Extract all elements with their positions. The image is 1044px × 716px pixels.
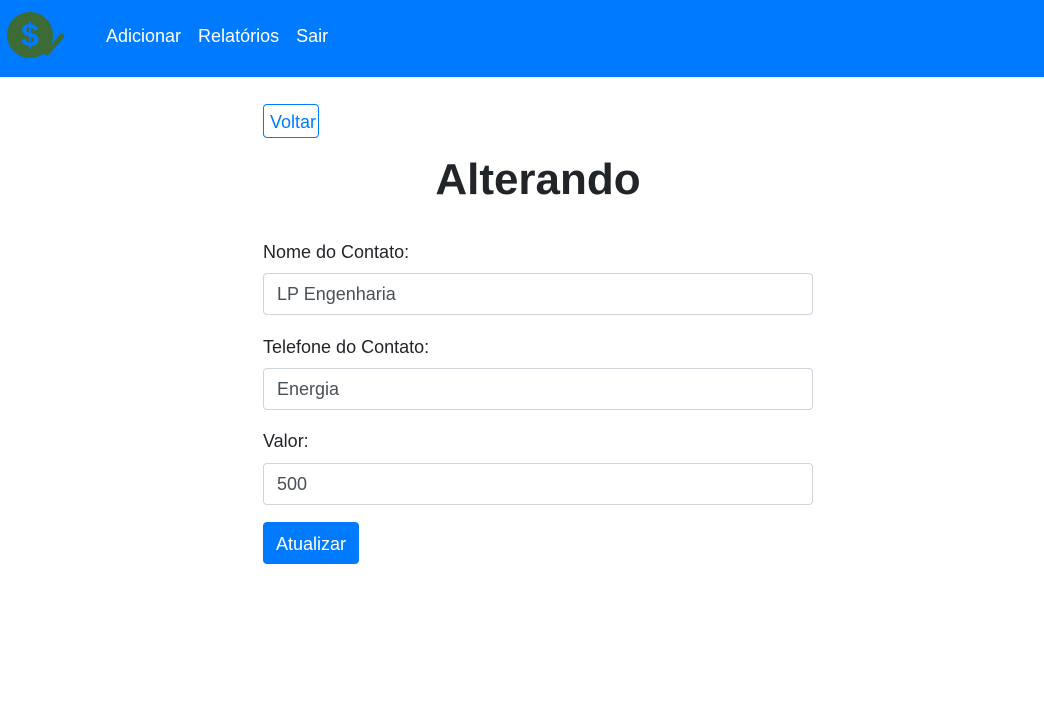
- nav-links: Adicionar Relatórios Sair: [106, 24, 328, 48]
- page-title: Alterando: [435, 155, 641, 204]
- nav-link-adicionar[interactable]: Adicionar: [106, 24, 181, 48]
- nav-link-relatorios[interactable]: Relatórios: [198, 24, 279, 48]
- navbar: $ Adicionar Relatórios Sair: [0, 0, 1044, 77]
- value-input[interactable]: [263, 463, 813, 505]
- update-button[interactable]: Atualizar: [263, 522, 359, 564]
- nav-link-sair[interactable]: Sair: [296, 24, 328, 48]
- contact-name-input[interactable]: [263, 273, 813, 315]
- back-button[interactable]: Voltar: [263, 104, 319, 138]
- contact-name-label: Nome do Contato:: [263, 242, 410, 262]
- dollar-coin-check-icon[interactable]: $: [6, 10, 64, 60]
- svg-text:$: $: [21, 17, 39, 53]
- value-label: Valor:: [263, 431, 309, 451]
- contact-phone-input[interactable]: [263, 368, 813, 410]
- contact-phone-label: Telefone do Contato:: [263, 337, 430, 357]
